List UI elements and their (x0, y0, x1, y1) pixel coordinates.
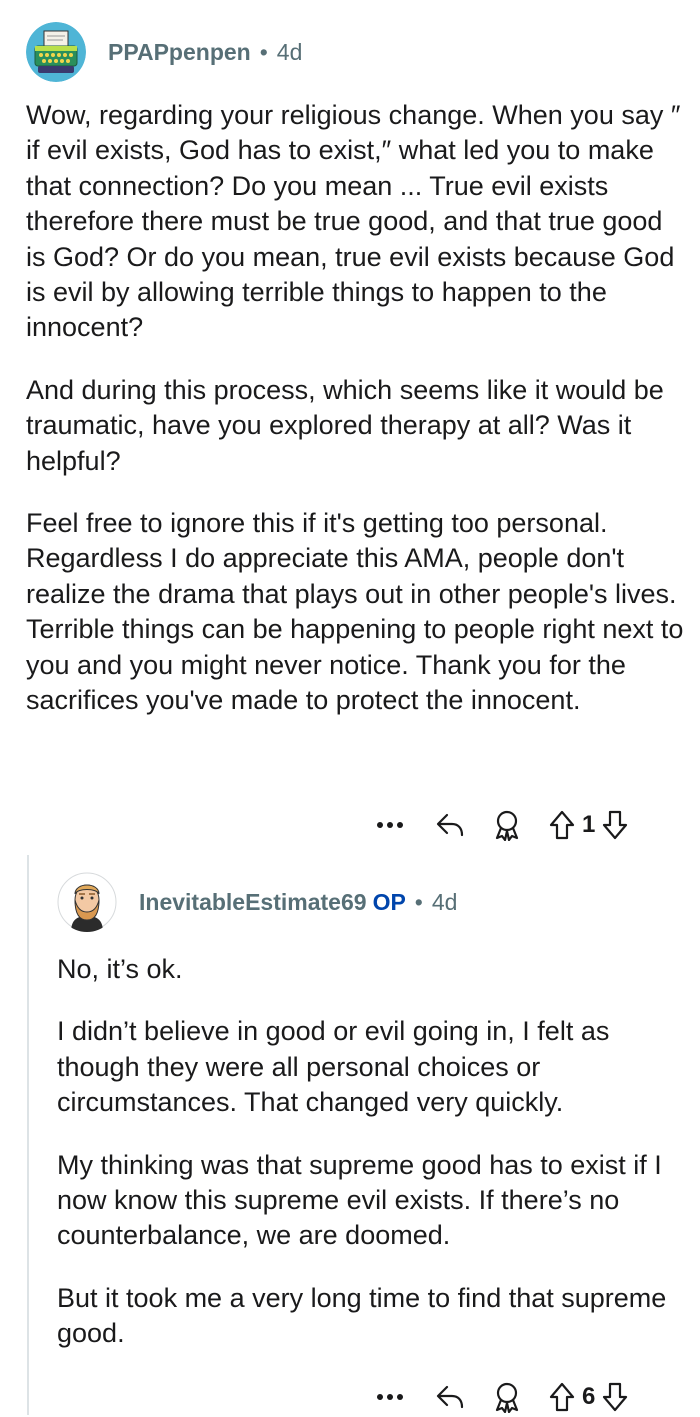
award-icon (495, 1382, 519, 1413)
comment-header: InevitableEstimate69 OP • 4d (57, 872, 457, 932)
comment-paragraph: Wow, regarding your religious change. Wh… (26, 100, 681, 343)
downvote-button[interactable] (601, 1381, 629, 1413)
reply-icon (436, 1385, 464, 1409)
reply-icon (436, 813, 464, 837)
comment-actions: 6 (372, 1377, 629, 1417)
upvote-icon (549, 1382, 575, 1412)
comment-paragraph: My thinking was that supreme good has to… (57, 1149, 662, 1251)
upvote-button[interactable] (548, 809, 576, 841)
more-options-icon (377, 822, 403, 828)
comment-paragraph: I didn’t believe in good or evil going i… (57, 1016, 610, 1118)
award-button[interactable] (492, 1381, 522, 1413)
upvote-icon (549, 810, 575, 840)
comment-paragraph: But it took me a very long time to find … (57, 1282, 667, 1349)
user-avatar[interactable] (26, 22, 86, 82)
username[interactable]: PPAPpenpen (108, 39, 251, 65)
comment-age: 4d (431, 888, 458, 915)
comment-body: No, it’s ok. I didn’t believe in good or… (57, 952, 687, 1352)
comment-paragraph: No, it’s ok. (57, 954, 183, 984)
comment-age: 4d (276, 38, 303, 65)
bearded-man-avatar-icon (57, 872, 117, 932)
more-options-button[interactable] (372, 807, 408, 843)
reply-button[interactable] (434, 1382, 466, 1412)
downvote-button[interactable] (601, 809, 629, 841)
user-avatar[interactable] (57, 872, 117, 932)
comment-paragraph: And during this process, which seems lik… (26, 374, 664, 476)
comment-paragraph: Feel free to ignore this if it's getting… (26, 508, 684, 716)
upvote-button[interactable] (548, 1381, 576, 1413)
typewriter-avatar-icon (26, 22, 86, 82)
vote-count: 1 (582, 811, 596, 838)
vote-count: 6 (582, 1383, 596, 1410)
comment-actions: 1 (372, 805, 629, 845)
username[interactable]: InevitableEstimate69 (139, 889, 367, 915)
more-options-button[interactable] (372, 1379, 408, 1415)
separator-dot: • (259, 38, 268, 65)
more-options-icon (377, 1394, 403, 1400)
comment-meta: InevitableEstimate69 OP • 4d (139, 889, 457, 916)
comment-body: Wow, regarding your religious change. Wh… (26, 98, 686, 719)
downvote-icon (603, 1382, 628, 1412)
separator-dot: • (414, 888, 423, 915)
award-icon (495, 810, 519, 841)
thread-line[interactable] (27, 855, 29, 1415)
comment-meta: PPAPpenpen • 4d (108, 39, 302, 66)
award-button[interactable] (492, 809, 522, 841)
comment-header: PPAPpenpen • 4d (26, 22, 302, 82)
op-badge: OP (372, 888, 406, 915)
downvote-icon (603, 810, 628, 840)
reply-button[interactable] (434, 810, 466, 840)
